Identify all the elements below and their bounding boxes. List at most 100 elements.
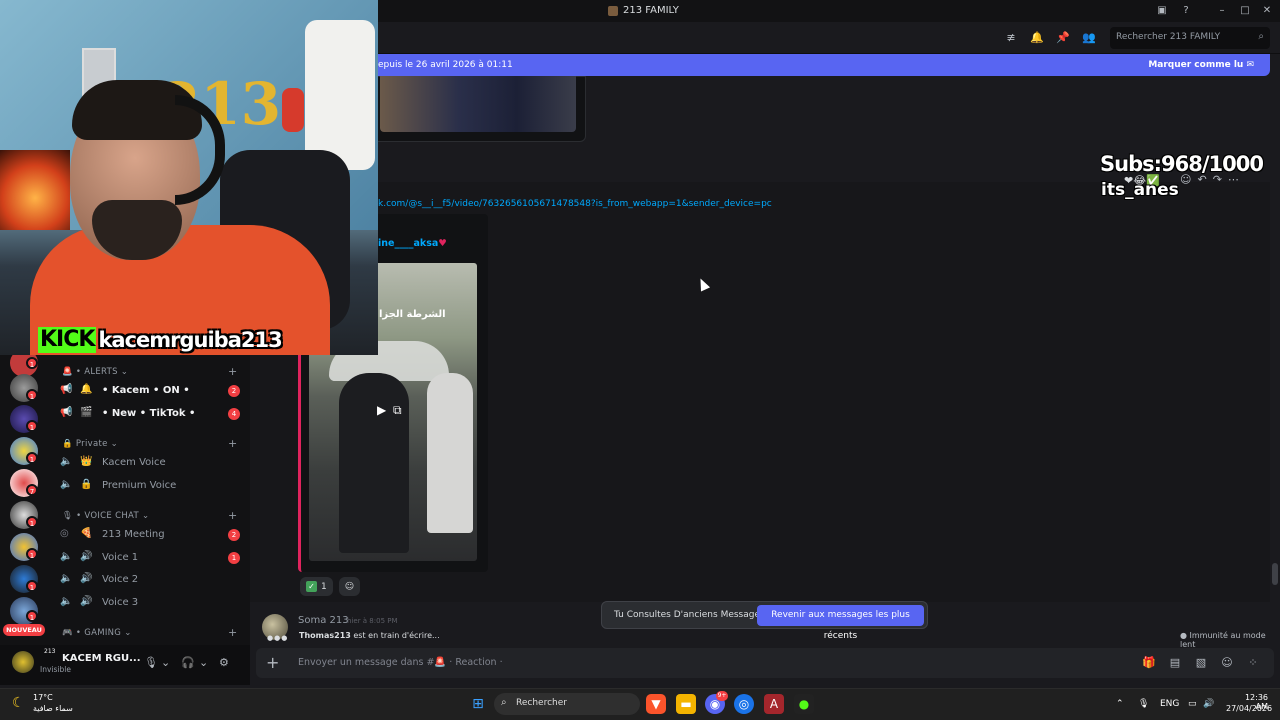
acrobat-icon[interactable]: A <box>764 694 784 714</box>
channel-213-meeting[interactable]: ◎ 🍕 213 Meeting 2 <box>58 525 246 545</box>
inbox-icon[interactable]: ▣ <box>1155 4 1169 18</box>
channel-kacem-voice[interactable]: 🔈 👑 Kacem Voice <box>58 453 246 473</box>
channel-voice-1[interactable]: 🔈 🔊 Voice 1 1 <box>58 548 246 568</box>
speaker-icon: 🔈 <box>60 551 73 562</box>
typing-user: Thomas213 <box>299 631 351 640</box>
jump-bar-text: Tu Consultes D'anciens Messages <box>614 610 765 620</box>
channel-emoji: 🔊 <box>80 551 93 562</box>
channel-emoji: 🔒 <box>80 479 93 490</box>
new-badge[interactable]: NOUVEAU <box>3 624 45 636</box>
gif-icon[interactable]: ▤ <box>1168 656 1182 670</box>
chrome-icon[interactable]: ◎ <box>734 694 754 714</box>
category-voice-chat[interactable]: 🎙 • VOICE CHAT ⌄ <box>62 511 149 521</box>
pin-icon[interactable]: 📌 <box>1056 31 1070 45</box>
server-badge: 1 <box>26 420 38 432</box>
embed-author-text[interactable]: ine____aksa <box>378 238 438 249</box>
play-icon[interactable]: ▶ <box>377 403 386 417</box>
user-name[interactable]: KACEM RGU... <box>62 653 141 664</box>
discord-badge: 9+ <box>716 691 728 701</box>
channel-voice-2[interactable]: 🔈 🔊 Voice 2 <box>58 570 246 590</box>
bell-icon[interactable]: 🔔 <box>1030 31 1044 45</box>
gear-icon[interactable]: ⚙ <box>219 656 229 669</box>
apps-icon[interactable]: ⁘ <box>1246 656 1260 670</box>
webcam-jersey <box>305 20 375 170</box>
category-alerts[interactable]: 🚨 • ALERTS ⌄ <box>62 367 128 377</box>
gift-icon[interactable]: 🎁 <box>1142 656 1156 670</box>
webcam-figurine <box>282 88 304 132</box>
heart-icon: ♥ <box>438 238 447 249</box>
chevron-down-icon[interactable]: ⌄ <box>161 656 170 669</box>
channel-voice-3[interactable]: 🔈 🔊 Voice 3 <box>58 593 246 613</box>
avatar[interactable] <box>12 651 34 673</box>
kick-overlay: KICK kacemrguiba213 <box>38 326 283 354</box>
channel-name: Premium Voice <box>102 480 177 491</box>
windows-start-icon[interactable]: ⊞ <box>468 694 488 714</box>
speaker-icon: 🔈 <box>60 573 73 584</box>
taskbar <box>0 688 1280 720</box>
weather-temp[interactable]: 17°C <box>33 693 53 702</box>
user-panel <box>0 645 250 685</box>
scrollbar-thumb[interactable] <box>1272 563 1278 585</box>
emoji-icon[interactable]: ☺ <box>1220 656 1234 670</box>
server-badge: 1 <box>26 610 38 622</box>
file-explorer-icon[interactable]: ▬ <box>676 694 696 714</box>
headphones-icon[interactable]: 🎧 <box>181 656 195 669</box>
channel-emoji: 👑 <box>80 456 93 467</box>
threads-icon[interactable]: ≢ <box>1004 31 1018 45</box>
channel-list: 🚨 • ALERTS ⌄ + 📢 🔔 • Kacem • ON • 2 📢 🎬 … <box>48 355 250 645</box>
weather-desc[interactable]: سماء صافية <box>33 704 73 713</box>
obs-icon[interactable]: ● <box>794 694 814 714</box>
message-link[interactable]: k.com/@s__i__f5/video/763265610567147854… <box>378 199 772 209</box>
sticker-icon[interactable]: ▧ <box>1194 656 1208 670</box>
kick-logo: KICK <box>38 327 97 353</box>
volume-icon[interactable]: 🔊 <box>1203 699 1214 709</box>
microphone-icon[interactable]: 🎙 <box>144 656 158 669</box>
chevron-up-icon[interactable]: ⌃ <box>1116 699 1124 709</box>
server-badge: 1 <box>26 357 38 369</box>
taskbar-search[interactable]: ⌕ Rechercher <box>494 693 640 715</box>
add-channel-icon[interactable]: + <box>228 365 237 378</box>
message-timestamp: hier à 8:05 PM <box>347 617 398 625</box>
add-channel-icon[interactable]: + <box>228 509 237 522</box>
attach-plus-icon[interactable]: + <box>266 653 279 672</box>
moon-icon[interactable]: ☾ <box>12 695 25 711</box>
message-input[interactable]: + Envoyer un message dans #🚨 · Reaction … <box>256 648 1274 678</box>
clock-date[interactable]: 27/04/2026 <box>1226 704 1272 713</box>
members-icon[interactable]: 👥 <box>1082 31 1096 45</box>
category-private[interactable]: 🔒 Private ⌄ <box>62 439 118 449</box>
announcement-icon: 📢 <box>60 407 73 418</box>
minimize-button[interactable]: – <box>1215 4 1229 18</box>
jump-to-present-button[interactable]: Revenir aux messages les plus récents <box>757 605 924 641</box>
maximize-button[interactable]: □ <box>1238 4 1252 18</box>
close-button[interactable]: ✕ <box>1260 4 1274 18</box>
language-indicator[interactable]: ENG <box>1160 699 1179 709</box>
unread-banner[interactable]: epuis le 26 avril 2026 à 01:11 Marquer c… <box>370 54 1270 76</box>
typing-suffix: est en train d'écrire... <box>350 631 440 640</box>
category-gaming[interactable]: 🎮 • GAMING ⌄ <box>62 628 132 638</box>
chevron-down-icon[interactable]: ⌄ <box>199 656 208 669</box>
message-author[interactable]: Soma 213 <box>298 615 349 626</box>
channel-badge: 4 <box>228 408 240 420</box>
channel-name: • New • TikTok • <box>102 408 196 419</box>
search-input[interactable]: Rechercher 213 FAMILY ⌕ <box>1110 27 1270 49</box>
channel-premium-voice[interactable]: 🔈 🔒 Premium Voice <box>58 476 246 496</box>
embed-author[interactable]: ine____aksa♥ <box>378 238 447 249</box>
reaction-check[interactable]: ✓ 1 <box>300 577 333 596</box>
add-reaction-button[interactable]: ☺ <box>338 577 361 596</box>
search-icon: ⌕ <box>1258 31 1264 42</box>
server-badge: 1 <box>26 516 38 528</box>
open-external-icon[interactable]: ⧉ <box>393 403 402 418</box>
channel-new-tiktok[interactable]: 📢 🎬 • New • TikTok • 4 <box>58 404 246 424</box>
network-icon[interactable]: ▭ <box>1188 699 1197 709</box>
previous-embed-image[interactable] <box>380 76 576 132</box>
add-channel-icon[interactable]: + <box>228 437 237 450</box>
help-icon[interactable]: ? <box>1179 4 1193 18</box>
add-reaction-icon: ☺ <box>344 581 355 592</box>
microphone-icon[interactable]: 🎙 <box>1138 699 1149 709</box>
channel-kacem-on[interactable]: 📢 🔔 • Kacem • ON • 2 <box>58 381 246 401</box>
voice-locked-icon: 🔈 <box>60 456 73 467</box>
channel-emoji: 🔊 <box>80 573 93 584</box>
brave-icon[interactable]: ▼ <box>646 694 666 714</box>
mark-as-read-button[interactable]: Marquer comme lu ✉ <box>1148 60 1254 70</box>
add-channel-icon[interactable]: + <box>228 626 237 639</box>
